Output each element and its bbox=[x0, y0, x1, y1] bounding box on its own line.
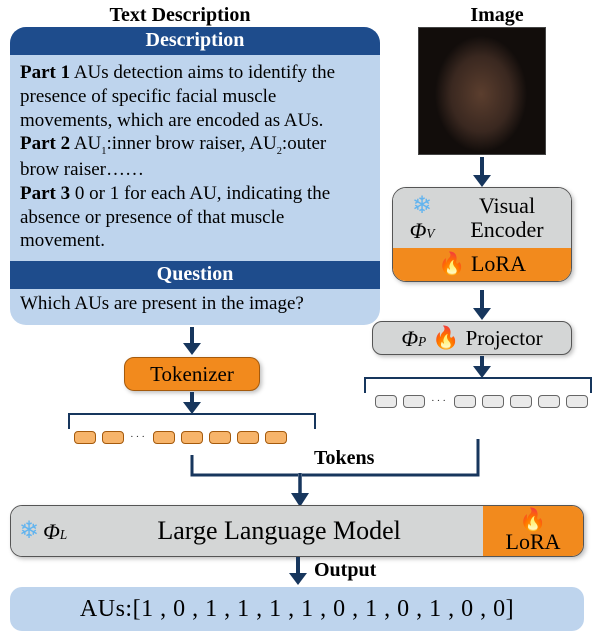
phi-p-symbol: ΦP bbox=[401, 328, 426, 350]
arrow-llm-to-output bbox=[288, 557, 308, 585]
snowflake-icon: ❄ bbox=[19, 519, 39, 543]
visual-encoder-title-l1: Visual bbox=[479, 193, 535, 218]
token-gray bbox=[403, 395, 425, 408]
phi-l-char: Φ bbox=[43, 519, 60, 544]
text-tokens-bracket bbox=[68, 413, 316, 429]
header-row: Text Description Image bbox=[0, 0, 594, 27]
phi-v-symbol: ΦV bbox=[410, 220, 435, 242]
tokenizer-block: Tokenizer bbox=[124, 357, 260, 391]
llm-title: Large Language Model bbox=[75, 516, 483, 546]
arrow-image-to-encoder bbox=[472, 157, 492, 187]
visual-encoder-main: ❄ ΦV Visual Encoder bbox=[393, 188, 571, 248]
visual-encoder-lora: 🔥 LoRA bbox=[393, 248, 571, 281]
tokens-label: Tokens bbox=[314, 447, 374, 470]
input-face-image bbox=[418, 27, 546, 155]
fire-icon: 🔥 bbox=[438, 251, 465, 276]
output-bar: AUs:[1 , 0 , 1 , 1 , 1 , 1 , 0 , 1 , 0 ,… bbox=[10, 587, 584, 631]
arrow-tokenizer-to-tokens bbox=[182, 392, 202, 414]
llm-lora-label: LoRA bbox=[506, 531, 561, 553]
token-gray bbox=[510, 395, 532, 408]
phi-l-symbol: ΦL bbox=[43, 521, 67, 543]
fire-icon: 🔥 bbox=[519, 509, 546, 531]
part3-label: Part 3 bbox=[20, 183, 70, 204]
description-title: Description bbox=[10, 27, 380, 55]
projector-block: ΦP 🔥 Projector bbox=[372, 321, 572, 355]
arrow-question-to-tokenizer bbox=[182, 327, 202, 355]
output-label: Output bbox=[314, 559, 376, 582]
llm-main: ❄ ΦL Large Language Model bbox=[11, 506, 483, 556]
projector-label: Projector bbox=[466, 326, 543, 351]
phi-v-sub: V bbox=[426, 226, 434, 241]
token-gray bbox=[454, 395, 476, 408]
token-gray bbox=[482, 395, 504, 408]
llm-block: ❄ ΦL Large Language Model 🔥 LoRA bbox=[10, 505, 584, 557]
diagram-canvas: Description Part 1 AUs detection aims to… bbox=[0, 27, 594, 637]
header-image: Image bbox=[360, 4, 594, 27]
phi-p-sub: P bbox=[418, 334, 426, 349]
visual-encoder-lora-label: LoRA bbox=[471, 251, 526, 276]
header-text-description: Text Description bbox=[0, 4, 360, 27]
llm-lora: 🔥 LoRA bbox=[483, 506, 583, 556]
phi-v-char: Φ bbox=[410, 218, 427, 243]
part2-label: Part 2 bbox=[20, 133, 70, 154]
merge-arrows bbox=[80, 437, 520, 511]
token-gray bbox=[375, 395, 397, 408]
part2-text-b: :inner brow raiser, AU bbox=[107, 133, 277, 154]
description-body: Part 1 AUs detection aims to identify th… bbox=[10, 55, 380, 261]
visual-encoder-block: ❄ ΦV Visual Encoder 🔥 LoRA bbox=[392, 187, 572, 282]
arrow-projector-to-tokens bbox=[472, 356, 492, 378]
visual-encoder-left-col: ❄ ΦV bbox=[399, 194, 445, 242]
fire-icon: 🔥 bbox=[432, 327, 459, 349]
llm-left: ❄ ΦL bbox=[19, 519, 67, 543]
question-text: Which AUs are present in the image? bbox=[10, 289, 380, 325]
tokenizer-label: Tokenizer bbox=[150, 362, 234, 387]
token-ellipsis: ··· bbox=[431, 396, 448, 407]
arrow-encoder-to-projector bbox=[472, 290, 492, 320]
visual-encoder-title-l2: Encoder bbox=[470, 217, 543, 242]
output-text: AUs:[1 , 0 , 1 , 1 , 1 , 1 , 0 , 1 , 0 ,… bbox=[80, 596, 514, 623]
part1-label: Part 1 bbox=[20, 62, 70, 83]
token-gray bbox=[538, 395, 560, 408]
question-title: Question bbox=[10, 261, 380, 289]
snowflake-icon: ❄ bbox=[412, 194, 432, 218]
phi-l-sub: L bbox=[60, 527, 67, 542]
description-card: Description Part 1 AUs detection aims to… bbox=[10, 27, 380, 325]
visual-encoder-title: Visual Encoder bbox=[451, 194, 563, 242]
phi-p-char: Φ bbox=[401, 326, 418, 351]
visual-tokens-row: ··· bbox=[375, 395, 588, 408]
part2-text-a: AU bbox=[70, 133, 101, 154]
token-gray bbox=[566, 395, 588, 408]
visual-tokens-bracket bbox=[364, 377, 592, 393]
